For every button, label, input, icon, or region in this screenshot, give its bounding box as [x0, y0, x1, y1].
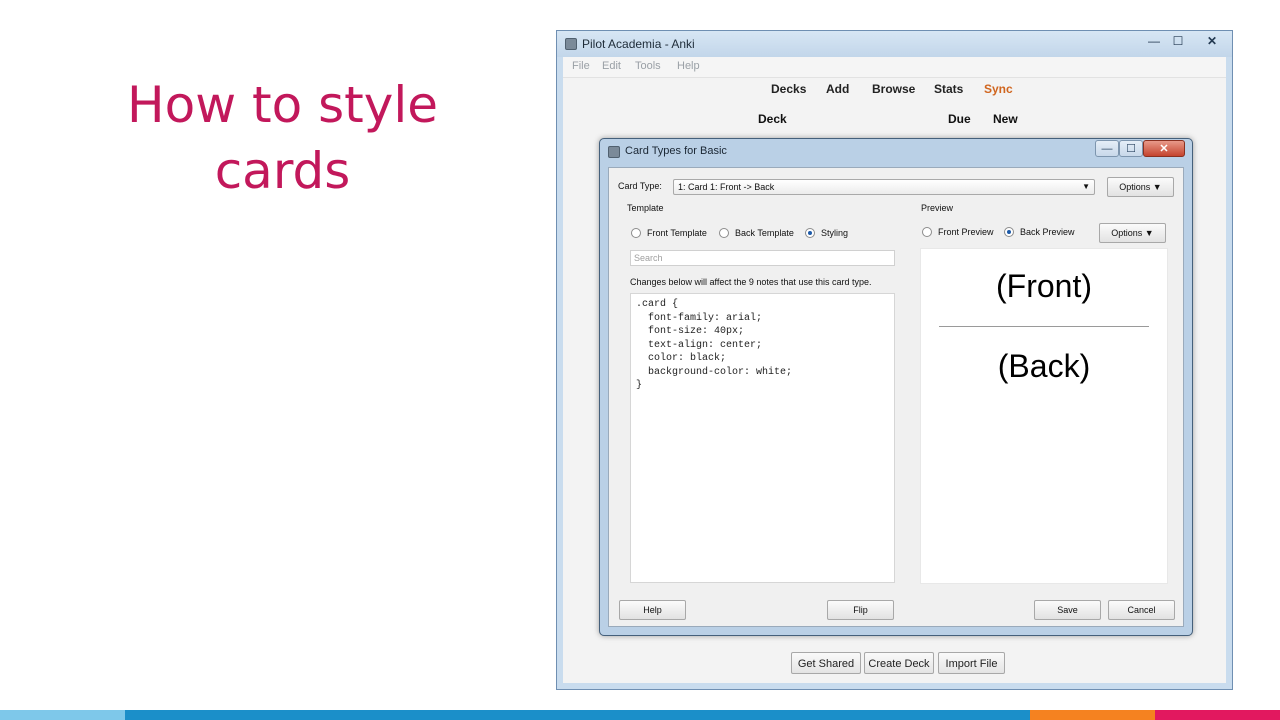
- front-template-label: Front Template: [647, 228, 707, 238]
- toolbar-decks-link[interactable]: Decks: [771, 82, 806, 96]
- save-button[interactable]: Save: [1034, 600, 1101, 620]
- toolbar-stats-link[interactable]: Stats: [934, 82, 963, 96]
- slide-title-line2: cards: [214, 142, 351, 200]
- css-line: .card {: [636, 299, 679, 310]
- toolbar-sync-link[interactable]: Sync: [984, 82, 1013, 96]
- radio-circle-icon: [631, 228, 641, 238]
- maximize-button[interactable]: ☐: [1166, 33, 1190, 50]
- color-segment: [1030, 710, 1155, 720]
- template-search-input[interactable]: Search: [630, 250, 895, 266]
- menu-tools[interactable]: Tools: [635, 60, 661, 72]
- create-deck-button[interactable]: Create Deck: [864, 652, 934, 674]
- back-template-label: Back Template: [735, 228, 794, 238]
- dialog-body: Card Type: 1: Card 1: Front -> Back ▼ Op…: [608, 167, 1184, 627]
- css-line: font-family: arial;: [636, 313, 763, 324]
- options-button[interactable]: Options ▼: [1107, 177, 1174, 197]
- preview-group-label: Preview: [921, 203, 954, 213]
- main-titlebar: Pilot Academia - Anki — ☐ ✕: [557, 31, 1232, 57]
- css-line: background-color: white;: [636, 367, 793, 378]
- front-preview-radio[interactable]: Front Preview: [922, 227, 994, 237]
- css-line: text-align: center;: [636, 340, 763, 351]
- styling-label: Styling: [821, 228, 849, 238]
- toolbar-add-link[interactable]: Add: [826, 82, 849, 96]
- dialog-app-icon: [608, 146, 620, 158]
- dialog-close-button[interactable]: ✕: [1143, 140, 1185, 157]
- styling-radio[interactable]: Styling: [805, 228, 848, 238]
- color-segment: [1155, 710, 1280, 720]
- template-group-label: Template: [627, 203, 664, 213]
- cancel-button[interactable]: Cancel: [1108, 600, 1175, 620]
- color-segment: [125, 710, 1030, 720]
- css-line: color: black;: [636, 353, 727, 364]
- slide-title: How to style cards: [60, 72, 505, 204]
- new-column-header: New: [993, 112, 1018, 126]
- dialog-title: Card Types for Basic: [625, 145, 727, 157]
- back-preview-radio[interactable]: Back Preview: [1004, 227, 1075, 237]
- main-window-title: Pilot Academia - Anki: [582, 37, 695, 51]
- preview-back-text: (Back): [997, 348, 1091, 384]
- radio-circle-icon: [719, 228, 729, 238]
- radio-selected-icon: [805, 228, 815, 238]
- deck-column-header: Deck: [758, 112, 787, 126]
- front-preview-label: Front Preview: [938, 227, 994, 237]
- chevron-down-icon: ▼: [1082, 182, 1090, 191]
- flip-button[interactable]: Flip: [827, 600, 894, 620]
- dialog-titlebar: Card Types for Basic — ☐ ✕: [600, 139, 1192, 165]
- card-type-label: Card Type:: [618, 181, 662, 191]
- help-button[interactable]: Help: [619, 600, 686, 620]
- card-type-select[interactable]: 1: Card 1: Front -> Back ▼: [673, 179, 1095, 195]
- card-types-dialog: Card Types for Basic — ☐ ✕ Card Type: 1:…: [599, 138, 1193, 636]
- menu-file[interactable]: File: [572, 60, 590, 72]
- preview-front-text: (Front): [996, 268, 1092, 304]
- import-file-button[interactable]: Import File: [938, 652, 1005, 674]
- card-preview-pane: (Front) (Back): [920, 248, 1168, 584]
- front-template-radio[interactable]: Front Template: [631, 228, 707, 238]
- css-line: }: [636, 380, 643, 391]
- preview-divider: [939, 326, 1149, 327]
- notes-affected-notice: Changes below will affect the 9 notes th…: [630, 277, 872, 287]
- toolbar-browse-link[interactable]: Browse: [872, 82, 915, 96]
- css-editor[interactable]: .card { font-family: arial; font-size: 4…: [630, 293, 895, 583]
- menubar: File Edit Tools Help: [563, 57, 1226, 78]
- color-segment: [0, 710, 125, 720]
- dialog-minimize-button[interactable]: —: [1095, 140, 1119, 157]
- close-button[interactable]: ✕: [1200, 33, 1224, 50]
- slide-title-line1: How to style: [127, 76, 438, 134]
- minimize-button[interactable]: —: [1142, 33, 1166, 50]
- back-preview-label: Back Preview: [1020, 227, 1075, 237]
- menu-edit[interactable]: Edit: [602, 60, 621, 72]
- dialog-maximize-button[interactable]: ☐: [1119, 140, 1143, 157]
- due-column-header: Due: [948, 112, 971, 126]
- get-shared-button[interactable]: Get Shared: [791, 652, 861, 674]
- back-template-radio[interactable]: Back Template: [719, 228, 794, 238]
- css-line: font-size: 40px;: [636, 326, 745, 337]
- preview-options-button[interactable]: Options ▼: [1099, 223, 1166, 243]
- card-type-value: 1: Card 1: Front -> Back: [678, 182, 775, 192]
- menu-help[interactable]: Help: [677, 60, 700, 72]
- bottom-color-bar: [0, 710, 1280, 720]
- radio-selected-icon: [1004, 227, 1014, 237]
- radio-circle-icon: [922, 227, 932, 237]
- anki-app-icon: [565, 38, 577, 50]
